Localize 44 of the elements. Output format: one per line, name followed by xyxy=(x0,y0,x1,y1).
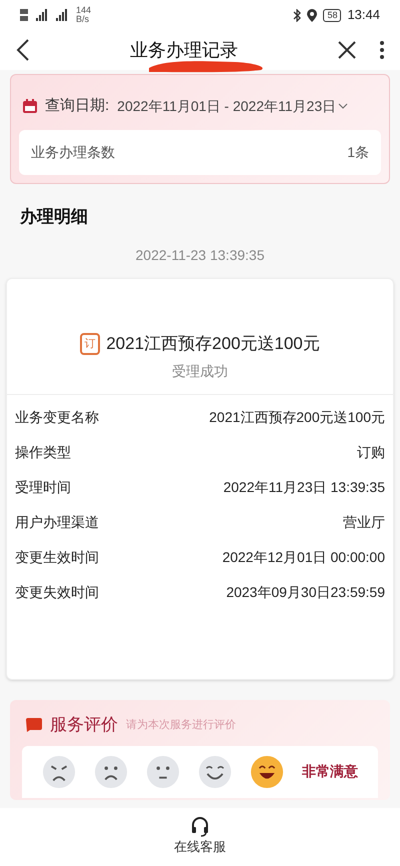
face-icon[interactable] xyxy=(94,754,128,788)
comment-icon xyxy=(26,718,42,732)
order-badge: 订 xyxy=(80,332,100,355)
count-value: 1条 xyxy=(347,142,369,162)
field-value: 2022年12月01日 00:00:00 xyxy=(222,548,385,566)
network-speed: 144 xyxy=(76,6,92,15)
service-status: 受理成功 xyxy=(172,362,228,380)
field-value: 2022年11月23日 13:39:35 xyxy=(223,478,385,496)
date-range-dropdown[interactable]: 2022年11月01日 - 2022年11月23日 xyxy=(117,96,348,117)
field-label: 用户办理渠道 xyxy=(15,512,99,532)
calendar-icon xyxy=(23,99,37,114)
headset-icon xyxy=(191,817,209,838)
field-label: 变更生效时间 xyxy=(15,548,99,566)
face-icon[interactable] xyxy=(250,754,284,788)
field-value: 营业厅 xyxy=(343,512,385,532)
back-icon[interactable] xyxy=(16,39,30,61)
field-label: 变更失效时间 xyxy=(15,582,99,602)
field-label: 受理时间 xyxy=(15,478,71,496)
count-label: 业务办理条数 xyxy=(31,142,115,162)
field-label: 操作类型 xyxy=(15,442,71,462)
battery-indicator: 58 xyxy=(323,8,342,22)
face-icon[interactable] xyxy=(198,754,232,788)
query-date-label: 查询日期: xyxy=(45,96,110,116)
more-icon[interactable] xyxy=(380,41,384,59)
record-timestamp: 2022-11-23 13:39:35 xyxy=(136,246,264,265)
clock: 13:44 xyxy=(347,6,380,24)
field-label: 业务变更名称 xyxy=(15,408,99,426)
rating-hint: 请为本次服务进行评价 xyxy=(126,718,236,732)
online-service-button[interactable]: 在线客服 xyxy=(174,817,226,857)
field-value: 2023年09月30日23:59:59 xyxy=(226,582,385,602)
service-name: 2021江西预存200元送100元 xyxy=(106,333,320,355)
bluetooth-icon xyxy=(293,8,302,22)
page-title: 业务办理记录 xyxy=(130,38,238,62)
location-icon xyxy=(307,8,318,22)
face-icon[interactable] xyxy=(146,754,180,788)
speed-unit: B/s xyxy=(76,15,90,24)
caret-icon xyxy=(338,103,348,110)
close-icon[interactable] xyxy=(338,41,356,59)
section-title: 办理明细 xyxy=(20,206,89,228)
field-value: 2021江西预存200元送100元 xyxy=(209,408,385,426)
rating-title: 服务评价 xyxy=(50,714,118,736)
rating-label: 非常满意 xyxy=(302,762,358,781)
field-value: 订购 xyxy=(357,442,385,462)
face-icon[interactable] xyxy=(42,754,76,788)
